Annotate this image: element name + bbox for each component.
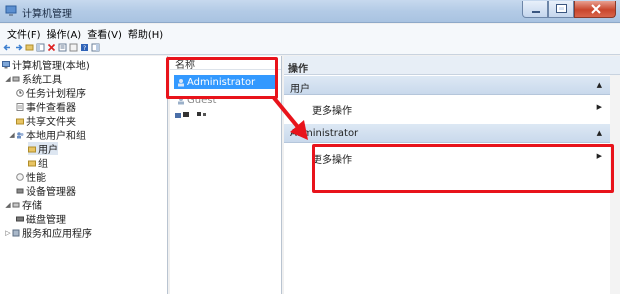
collapse-up-icon[interactable]: ▲: [597, 129, 602, 137]
tree-item-services-applications[interactable]: ▷ 服务和应用程序: [4, 226, 92, 241]
tree-item-label: 磁盘管理: [26, 215, 66, 226]
toolbar: ?: [0, 41, 620, 55]
collapse-up-icon[interactable]: ▲: [597, 81, 602, 89]
tree-item-task-scheduler[interactable]: 任务计划程序: [16, 86, 86, 100]
event-log-icon: [16, 102, 24, 111]
tree-item-label: 存储: [22, 201, 42, 212]
close-button[interactable]: [574, 1, 616, 18]
collapse-arrow-icon[interactable]: ▷: [4, 229, 12, 237]
tree-item-device-manager[interactable]: 设备管理器: [16, 184, 76, 198]
show-hide-tree-icon[interactable]: [36, 43, 45, 52]
performance-icon: [16, 172, 24, 181]
close-icon: [591, 4, 601, 14]
services-icon: [12, 229, 20, 236]
shared-folder-icon: [16, 118, 24, 124]
submenu-arrow-icon: ▶: [596, 103, 602, 111]
device-manager-icon: [16, 188, 24, 193]
maximize-icon: [556, 4, 567, 13]
minimize-button[interactable]: [522, 1, 548, 18]
up-folder-icon[interactable]: [25, 43, 34, 52]
tree-item-label: 任务计划程序: [26, 89, 86, 100]
tree-item-label: 设备管理器: [26, 187, 76, 198]
window-controls: [522, 1, 616, 18]
action-label: 更多操作: [312, 106, 352, 117]
menu-view[interactable]: 查看(V): [84, 24, 125, 41]
users-icon: [17, 131, 24, 138]
tree-item-system-tools[interactable]: ◢ 系统工具: [4, 72, 62, 87]
maximize-button[interactable]: [548, 1, 574, 18]
tree-item-label: 计算机管理(本地): [12, 61, 90, 72]
window-title: 计算机管理: [22, 9, 72, 20]
tree-item-label: 本地用户和组: [26, 131, 86, 142]
highlight-box-user-list: [166, 57, 278, 99]
console-tree: 计算机管理(本地) ◢ 系统工具 任务计划程序 事件查看器 共享文件夹 ◢ 本地…: [0, 56, 168, 294]
properties-icon[interactable]: [58, 43, 67, 52]
computer-management-window: 计算机管理 文件(F) 操作(A) 查看(V) 帮助(H) ? 计算机管理(本地…: [0, 0, 620, 294]
disk-icon: [16, 216, 24, 221]
tree-item-label: 系统工具: [22, 75, 62, 86]
expand-arrow-icon[interactable]: ◢: [8, 131, 16, 139]
tree-item-label: 事件查看器: [26, 103, 76, 114]
expand-arrow-icon[interactable]: ◢: [4, 75, 12, 83]
user-icon: [175, 112, 206, 118]
more-actions-users[interactable]: 更多操作 ▶: [284, 98, 610, 117]
folder-icon: [28, 146, 36, 152]
tree-item-computer-management[interactable]: 计算机管理(本地): [2, 58, 90, 72]
tree-item-label: 组: [38, 159, 48, 170]
title-bar: 计算机管理: [0, 0, 620, 23]
tree-item-shared-folders[interactable]: 共享文件夹: [16, 114, 76, 128]
menu-action[interactable]: 操作(A): [44, 24, 85, 41]
annotation-arrow-icon: [272, 96, 308, 140]
tree-item-label: 服务和应用程序: [22, 229, 92, 240]
forward-icon[interactable]: [14, 43, 23, 52]
folder-icon: [28, 160, 36, 166]
expand-arrow-icon[interactable]: ◢: [4, 201, 12, 209]
clock-icon: [16, 88, 24, 97]
delete-icon[interactable]: [47, 43, 56, 52]
tree-item-storage[interactable]: ◢ 存储: [4, 198, 42, 213]
computer-icon: [2, 60, 10, 68]
tree-item-users[interactable]: 用户: [28, 142, 58, 156]
tree-item-event-viewer[interactable]: 事件查看器: [16, 100, 76, 114]
computer-management-icon: [5, 5, 17, 16]
tree-item-performance[interactable]: 性能: [16, 170, 46, 184]
menu-help[interactable]: 帮助(H): [125, 24, 166, 41]
menu-bar: 文件(F) 操作(A) 查看(V) 帮助(H): [0, 24, 620, 41]
tree-item-label: 共享文件夹: [26, 117, 76, 128]
export-list-icon[interactable]: [69, 43, 78, 52]
svg-text:?: ?: [83, 45, 86, 52]
tools-icon: [12, 76, 20, 81]
tree-item-label: 用户: [38, 145, 58, 156]
tree-item-disk-management[interactable]: 磁盘管理: [16, 212, 66, 226]
list-item-unnamed-user[interactable]: [175, 110, 215, 120]
actions-section-users[interactable]: 用户 ▲: [284, 76, 610, 95]
back-icon[interactable]: [3, 43, 12, 52]
show-action-pane-icon[interactable]: [91, 43, 100, 52]
tree-item-label: 性能: [26, 173, 46, 184]
highlight-box-more-actions: [312, 144, 614, 193]
storage-icon: [12, 202, 20, 207]
tree-item-local-users-groups[interactable]: ◢ 本地用户和组: [8, 128, 86, 143]
actions-title: 操作: [284, 56, 620, 75]
minimize-icon: [532, 11, 540, 13]
actions-section-administrator[interactable]: Administrator ▲: [284, 124, 610, 143]
tree-item-groups[interactable]: 组: [28, 156, 48, 170]
help-icon[interactable]: ?: [80, 43, 89, 52]
menu-file[interactable]: 文件(F): [4, 24, 44, 41]
